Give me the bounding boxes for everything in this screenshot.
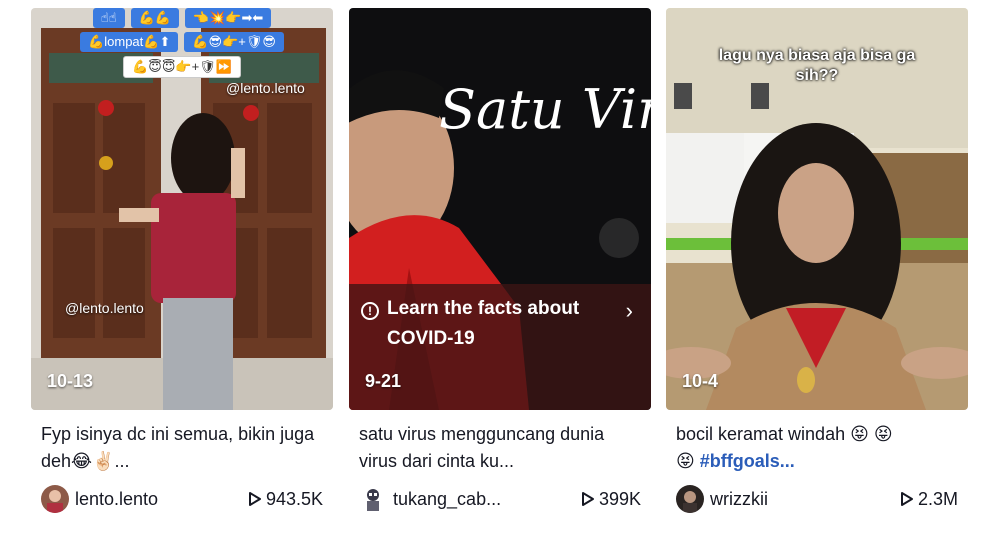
video-thumbnail[interactable]: Satu Viru ! Learn the facts about COVID-… — [349, 8, 651, 410]
hashtag-link[interactable]: #bffgoals... — [700, 451, 795, 471]
sticker-row: 💪😇😇👉+🛡⏩ — [31, 56, 333, 78]
view-count: 943.5K — [248, 489, 323, 510]
view-count-value: 943.5K — [265, 488, 323, 509]
caption-line: sih?? — [795, 67, 839, 84]
username[interactable]: lento.lento — [75, 489, 248, 510]
watermark: @lento.lento — [226, 80, 305, 96]
post-date: 10-13 — [47, 371, 94, 391]
video-card[interactable]: Satu Viru ! Learn the facts about COVID-… — [349, 8, 651, 514]
sticker: 💪😇😇👉+🛡⏩ — [123, 56, 241, 78]
avatar[interactable] — [359, 485, 387, 513]
banner-subtitle: COVID-19 — [387, 328, 475, 349]
play-icon — [248, 492, 261, 506]
video-caption-overlay: lagu nya biasa aja bisa ga sih?? — [666, 46, 968, 86]
video-meta: wrizzkii 2.3M — [666, 484, 968, 514]
play-icon — [581, 492, 594, 506]
sticker: 💪💪 — [130, 8, 179, 28]
watermark: @lento.lento — [65, 300, 144, 316]
sticker: 👈💥👉➡⬅ — [184, 8, 272, 28]
username[interactable]: wrizzkii — [710, 489, 900, 510]
video-thumbnail[interactable]: lagu nya biasa aja bisa ga sih?? 10-4 — [666, 8, 968, 410]
video-title-overlay: Satu Viru — [439, 78, 651, 141]
video-description[interactable]: bocil keramat windah 😝 😝 😝 #bffgoals... — [666, 421, 968, 475]
view-count: 2.3M — [900, 489, 958, 510]
view-count-value: 2.3M — [917, 488, 958, 509]
view-count-value: 399K — [598, 488, 641, 509]
play-icon — [900, 492, 913, 506]
video-description[interactable]: satu virus mengguncang dunia virus dari … — [349, 421, 651, 475]
caption-line: lagu nya biasa aja bisa ga — [718, 47, 916, 64]
username[interactable]: tukang_cab... — [393, 489, 581, 510]
post-date: 9-21 — [365, 371, 402, 391]
info-icon: ! — [361, 302, 379, 320]
description-text: bocil keramat windah 😝 😝 — [676, 424, 893, 444]
sticker-row: 💪lompat💪⬆ 💪😎👉+🛡😎 — [31, 32, 333, 52]
video-grid: ☝☝ 💪💪 👈💥👉➡⬅ 💪lompat💪⬆ 💪😎👉+🛡😎 💪😇😇👉+🛡⏩ @le… — [0, 0, 1000, 537]
video-thumbnail[interactable]: ☝☝ 💪💪 👈💥👉➡⬅ 💪lompat💪⬆ 💪😎👉+🛡😎 💪😇😇👉+🛡⏩ @le… — [31, 8, 333, 410]
avatar[interactable] — [41, 485, 69, 513]
banner-title: Learn the facts about — [387, 298, 580, 319]
video-card[interactable]: ☝☝ 💪💪 👈💥👉➡⬅ 💪lompat💪⬆ 💪😎👉+🛡😎 💪😇😇👉+🛡⏩ @le… — [31, 8, 333, 514]
post-date: 10-4 — [682, 371, 719, 391]
video-meta: lento.lento 943.5K — [31, 484, 333, 514]
description-emoji: 😝 — [676, 451, 700, 471]
view-count: 399K — [581, 489, 641, 510]
sticker-row: ☝☝ 💪💪 👈💥👉➡⬅ — [31, 8, 333, 28]
video-card[interactable]: lagu nya biasa aja bisa ga sih?? 10-4 bo… — [666, 8, 968, 514]
video-meta: tukang_cab... 399K — [349, 484, 651, 514]
video-description[interactable]: Fyp isinya dc ini semua, bikin juga deh😂… — [31, 421, 333, 475]
sticker: ☝☝ — [92, 8, 125, 28]
avatar[interactable] — [676, 485, 704, 513]
chevron-right-icon: › — [625, 298, 633, 323]
sticker: 💪😎👉+🛡😎 — [184, 32, 284, 52]
sticker: 💪lompat💪⬆ — [80, 32, 179, 52]
